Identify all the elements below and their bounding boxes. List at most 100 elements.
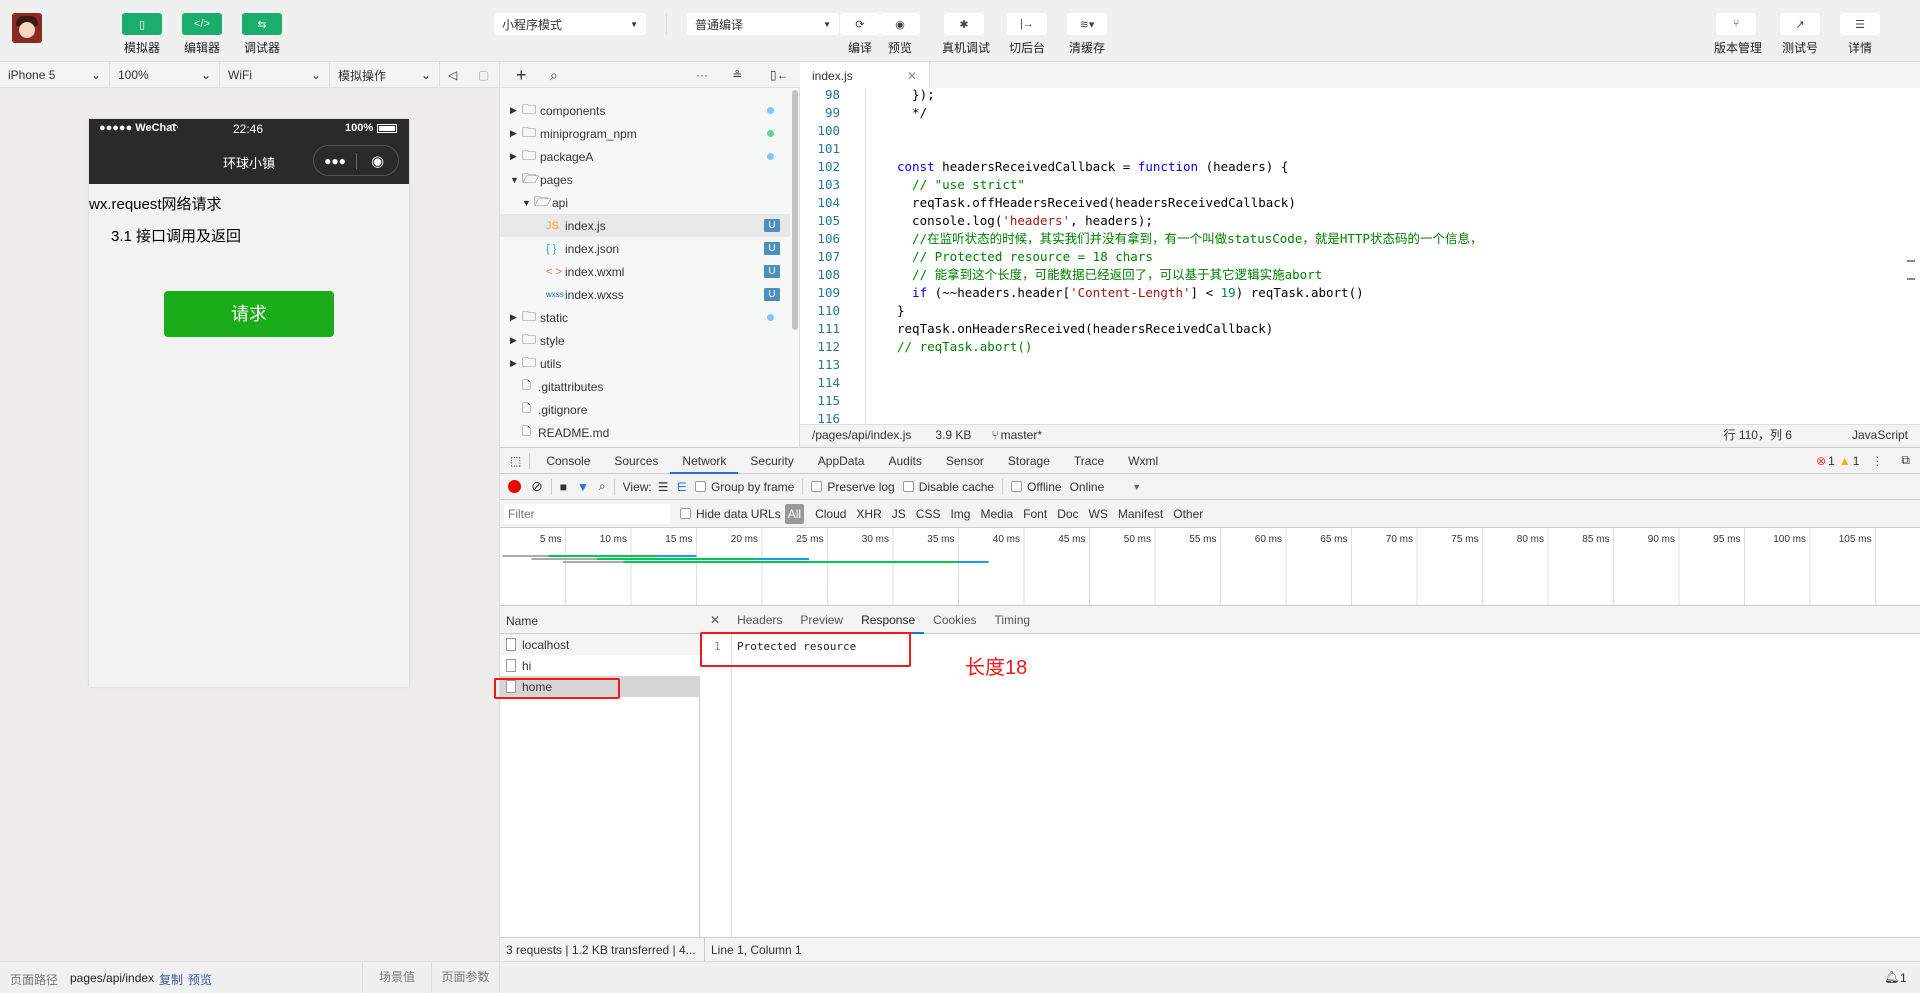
close-icon[interactable]: ✕ (710, 613, 720, 627)
search-icon[interactable]: ⌕ (550, 67, 558, 84)
filter-type-img[interactable]: Img (945, 507, 975, 521)
bell-icon[interactable]: 🔔︎ (1884, 970, 1899, 984)
tree-item[interactable]: ▶ 🗀︎ static (500, 306, 790, 329)
tree-item[interactable]: ▶ 🗀︎ style (500, 329, 790, 352)
tree-item[interactable]: ▶ 🗀︎ components (500, 99, 790, 122)
caret-right-icon[interactable]: ▶ (510, 335, 517, 346)
tree-item[interactable]: ▼ 🗁︎ pages (500, 168, 790, 191)
tab-wxml[interactable]: Wxml (1116, 448, 1170, 474)
tree-item[interactable]: JS index.js U (500, 214, 790, 237)
network-select[interactable]: WiFi ⌄ (220, 62, 330, 88)
tree-item[interactable]: 🗋︎ README.md (500, 421, 790, 444)
throttle-select[interactable]: Online (1070, 480, 1105, 494)
filter-type-cloud[interactable]: Cloud (810, 507, 851, 521)
tab-security[interactable]: Security (738, 448, 805, 474)
compile-button[interactable]: ⟳ 编译 (838, 13, 882, 56)
caret-right-icon[interactable]: ▶ (510, 151, 517, 162)
camera-icon[interactable]: ■ (560, 480, 567, 494)
add-icon[interactable]: + (516, 65, 527, 86)
filter-type-media[interactable]: Media (975, 507, 1018, 521)
tab-cookies[interactable]: Cookies (924, 606, 985, 634)
editor-button[interactable]: </> 编辑器 (180, 13, 224, 56)
filter-type-css[interactable]: CSS (911, 507, 946, 521)
preview-button[interactable]: ◉ 预览 (878, 13, 922, 56)
mode-select[interactable]: 小程序模式 ▼ (494, 13, 646, 35)
inspect-element-icon[interactable]: ⬚ (510, 454, 521, 468)
tree-item[interactable]: < > index.wxml U (500, 260, 790, 283)
tab-audits[interactable]: Audits (876, 448, 933, 474)
details-button[interactable]: ☰ 详情 (1838, 13, 1882, 56)
mute-button[interactable]: ◁ (440, 62, 470, 88)
collapse-icon[interactable]: ≗ (732, 68, 742, 82)
tab-index-js[interactable]: index.js ✕ (800, 62, 930, 89)
close-circle-icon[interactable]: ◉ (357, 152, 398, 170)
tree-item[interactable]: 🗋︎ .gitignore (500, 398, 790, 421)
caret-right-icon[interactable]: ▶ (510, 128, 517, 139)
simulator-button[interactable]: ▯ 模拟器 (120, 13, 164, 56)
undock-icon[interactable]: ⧉ (1901, 453, 1910, 468)
zoom-select[interactable]: 100% ⌄ (110, 62, 220, 88)
filter-type-xhr[interactable]: XHR (851, 507, 886, 521)
tree-item[interactable]: ▶ 🗀︎ utils (500, 352, 790, 375)
offline-checkbox[interactable] (1011, 481, 1023, 492)
preview-link[interactable]: 预览 (188, 971, 212, 988)
caret-down-icon[interactable]: ▼ (510, 175, 519, 185)
version-control-button[interactable]: ⑂ 版本管理 (1714, 13, 1762, 56)
scene-button[interactable]: 场景值 (362, 962, 432, 993)
tree-item[interactable]: ▶ 🗀︎ packageA (500, 145, 790, 168)
close-icon[interactable]: ✕ (907, 69, 917, 83)
tree-item[interactable]: wxss index.wxss U (500, 283, 790, 306)
caret-right-icon[interactable]: ▶ (510, 358, 517, 369)
branch-label[interactable]: master* (1001, 428, 1042, 442)
compile-select[interactable]: 普通编译 ▼ (687, 13, 839, 35)
tree-scrollbar[interactable] (792, 90, 798, 330)
request-row[interactable]: hi (500, 655, 700, 676)
caret-right-icon[interactable]: ▶ (510, 105, 517, 116)
list-view-icon[interactable]: ☰ (658, 480, 669, 494)
copy-link[interactable]: 复制 (159, 971, 183, 988)
tab-appdata[interactable]: AppData (806, 448, 877, 474)
filter-input[interactable] (504, 503, 670, 524)
tab-timing[interactable]: Timing (986, 606, 1040, 634)
device-select[interactable]: iPhone 5 ⌄ (0, 62, 110, 88)
remote-debug-button[interactable]: ✱ 真机调试 (942, 13, 990, 56)
tree-item[interactable]: { } index.json U (500, 237, 790, 260)
disable-cache-checkbox[interactable] (902, 481, 914, 492)
filter-icon[interactable]: ▼ (577, 480, 589, 494)
record-icon[interactable] (508, 480, 521, 493)
clear-cache-button[interactable]: ≋▾ 清缓存 (1065, 13, 1109, 56)
tab-console[interactable]: Console (534, 448, 602, 474)
more-dots-icon[interactable]: ●●● (314, 154, 356, 168)
request-row[interactable]: localhost (500, 634, 700, 655)
search-icon[interactable]: ⌕ (599, 479, 606, 494)
filter-type-ws[interactable]: WS (1084, 507, 1113, 521)
test-account-button[interactable]: ↗ 测试号 (1778, 13, 1822, 56)
avatar[interactable] (12, 13, 42, 43)
operation-select[interactable]: 模拟操作 ⌄ (330, 62, 440, 88)
name-column-header[interactable]: Name (500, 606, 700, 634)
filter-type-font[interactable]: Font (1018, 507, 1052, 521)
code-editor[interactable]: 98 }); 99 */100 101 102 const headersReceive… (800, 87, 1920, 426)
tab-sensor[interactable]: Sensor (934, 448, 996, 474)
hide-data-urls-checkbox[interactable] (680, 508, 691, 519)
filter-type-all[interactable]: All (784, 503, 805, 524)
switch-background-button[interactable]: |→ 切后台 (1005, 13, 1049, 56)
preserve-log-checkbox[interactable] (811, 481, 823, 492)
more-icon[interactable]: ··· (696, 68, 708, 82)
waterfall-view-icon[interactable]: ⋿ (677, 480, 687, 494)
tree-item[interactable]: ▼ 🗁︎ api (500, 191, 790, 214)
group-by-frame-checkbox[interactable] (694, 481, 706, 492)
tab-headers[interactable]: Headers (728, 606, 791, 634)
clear-icon[interactable]: ⊘ (531, 478, 543, 495)
filter-type-other[interactable]: Other (1168, 507, 1208, 521)
page-params-button[interactable]: 页面参数 (432, 962, 500, 993)
network-timeline[interactable]: 5 ms 10 ms 15 ms 20 ms 25 ms 30 ms 35 ms 40 ms 4… (500, 528, 1920, 606)
tab-network[interactable]: Network (670, 448, 739, 474)
tree-item[interactable]: 🗋︎ .gitattributes (500, 375, 790, 398)
filter-type-js[interactable]: JS (887, 507, 911, 521)
filter-type-manifest[interactable]: Manifest (1113, 507, 1168, 521)
caret-right-icon[interactable]: ▶ (510, 312, 517, 323)
tab-response[interactable]: Response (852, 606, 925, 634)
tree-item[interactable]: ▶ 🗀︎ miniprogram_npm (500, 122, 790, 145)
tab-sources[interactable]: Sources (602, 448, 670, 474)
